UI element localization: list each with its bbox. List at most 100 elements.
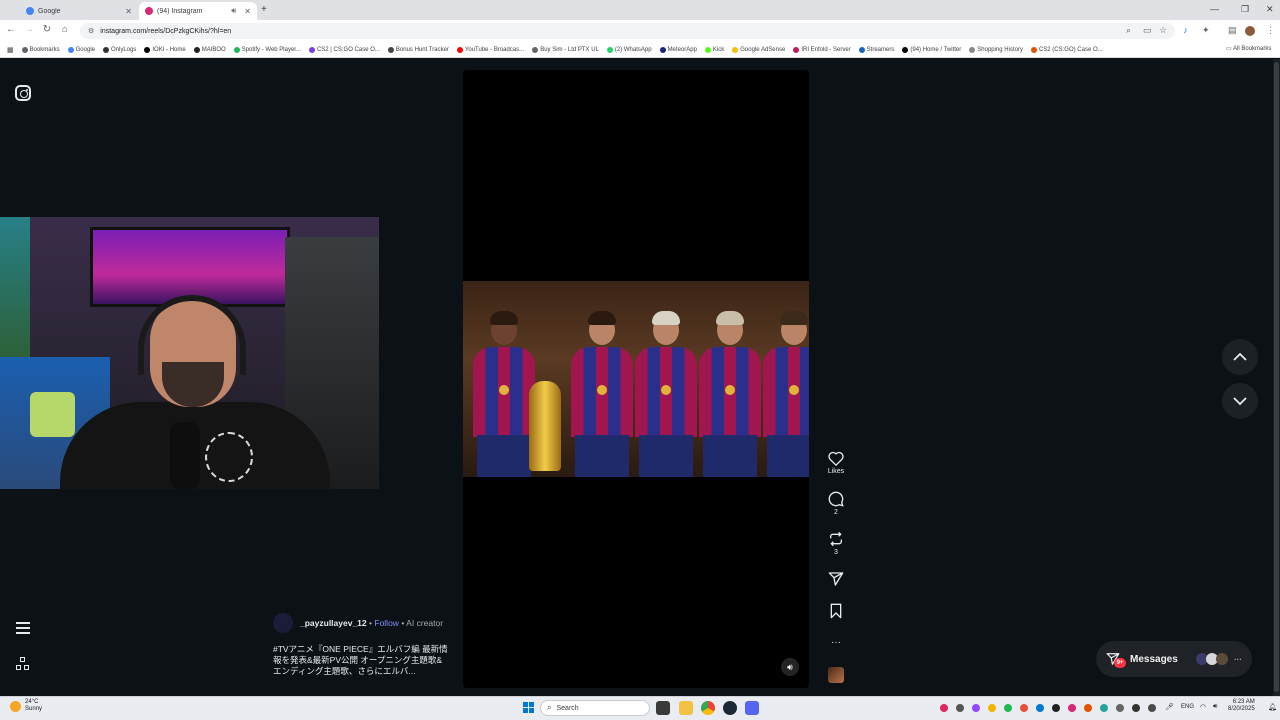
discord-icon[interactable] xyxy=(745,701,759,715)
author-username[interactable]: _payzullayev_12 xyxy=(300,618,367,628)
tray-app-icon[interactable] xyxy=(988,704,996,712)
bookmark-item[interactable]: IOKI - Home xyxy=(141,46,188,53)
tray-app-icon[interactable] xyxy=(972,704,980,712)
repost-button[interactable]: 3 xyxy=(820,531,852,556)
player-figure xyxy=(473,307,535,477)
webcam-vest xyxy=(30,392,75,437)
bookmark-item[interactable]: Google xyxy=(65,46,98,53)
media-icon[interactable]: ♪ xyxy=(1183,25,1188,35)
tray-app-icon[interactable] xyxy=(1132,704,1140,712)
tray-app-icon[interactable] xyxy=(956,704,964,712)
tray-app-icon[interactable] xyxy=(1148,704,1156,712)
reposts-count: 3 xyxy=(834,549,838,556)
follow-button[interactable]: Follow xyxy=(374,618,399,628)
bookmark-item[interactable]: IRI Enfold - Server xyxy=(790,46,853,53)
new-tab-button[interactable]: + xyxy=(261,4,267,15)
steam-icon[interactable] xyxy=(723,701,737,715)
bookmark-item[interactable]: MeteorApp xyxy=(657,46,700,53)
bookmark-item[interactable]: Bonus Hunt Tracker xyxy=(385,46,452,53)
back-icon[interactable]: ← xyxy=(4,24,18,35)
maximize-icon[interactable]: ❐ xyxy=(1241,4,1249,15)
share-button[interactable] xyxy=(820,571,852,589)
bookmark-item[interactable]: CS2 (CS:GO) Case O... xyxy=(1028,46,1106,53)
bookmark-item[interactable]: (94) Home / Twitter xyxy=(899,46,964,53)
reel-video[interactable]: 🔊︎ xyxy=(463,70,809,688)
all-bookmarks-button[interactable]: ▭ All Bookmarks xyxy=(1222,45,1272,52)
sidepanel-icon[interactable]: ▤ xyxy=(1228,25,1237,36)
close-tab-icon[interactable]: ✕ xyxy=(125,7,132,16)
chrome-menu-icon[interactable]: ⋮ xyxy=(1266,25,1275,36)
extensions-icon[interactable]: ✦ xyxy=(1202,25,1210,36)
bookmark-item[interactable]: OnlyLogs xyxy=(100,46,139,53)
notification-bell-icon[interactable]: 🔔︎ xyxy=(1268,703,1277,711)
tray-app-icon[interactable] xyxy=(1004,704,1012,712)
previous-reel-button[interactable] xyxy=(1222,339,1258,375)
bookmark-item[interactable]: MAIBOO xyxy=(191,46,229,53)
tray-app-icon[interactable] xyxy=(1116,704,1124,712)
tray-app-icon[interactable] xyxy=(940,704,948,712)
chrome-icon[interactable] xyxy=(701,701,715,715)
bookmark-item[interactable]: (2) WhatsApp xyxy=(604,46,655,53)
home-icon[interactable]: ⌂ xyxy=(58,24,72,35)
bookmark-item[interactable]: YouTube - Broadcas... xyxy=(454,46,527,53)
messages-button[interactable]: 9+ Messages ··· xyxy=(1096,641,1252,677)
speaker-icon[interactable]: 🔊︎ xyxy=(1213,703,1217,711)
tray-app-icon[interactable] xyxy=(1100,704,1108,712)
minimize-icon[interactable]: — xyxy=(1210,4,1219,14)
tray-app-icon[interactable] xyxy=(1068,704,1076,712)
address-bar[interactable]: ⚙ instagram.com/reels/DcPzkgCKihs/?hl=en xyxy=(80,23,1175,39)
next-reel-button[interactable] xyxy=(1222,383,1258,419)
reel-video-frame xyxy=(463,281,809,477)
language-indicator[interactable]: ENG xyxy=(1181,704,1194,710)
volume-icon[interactable]: 🔊︎ xyxy=(781,658,799,676)
tray-app-icon[interactable] xyxy=(1052,704,1060,712)
wifi-icon[interactable]: ◠ xyxy=(1200,703,1206,711)
more-options-button[interactable]: ··· xyxy=(820,637,852,648)
cast-icon[interactable]: ▭ xyxy=(1143,25,1152,36)
bookmark-item[interactable]: Streamers xyxy=(856,46,898,53)
forward-icon[interactable]: → xyxy=(22,24,36,35)
bookmark-item[interactable]: CS2 | CS:GO Case O... xyxy=(306,46,383,53)
hamburger-menu-icon[interactable] xyxy=(16,622,30,634)
scrollbar-thumb[interactable] xyxy=(1274,62,1279,692)
save-button[interactable] xyxy=(820,603,852,621)
close-tab-icon[interactable]: ✕ xyxy=(244,7,251,16)
also-from-meta-icon[interactable] xyxy=(16,657,30,671)
windows-start-icon[interactable] xyxy=(523,702,535,714)
bookmark-item[interactable]: Bookmarks xyxy=(19,46,63,53)
like-button[interactable]: Likes xyxy=(820,451,852,475)
file-explorer-icon[interactable] xyxy=(679,701,693,715)
apps-icon[interactable]: ▦ xyxy=(4,46,17,54)
zoom-icon[interactable]: ⌕ xyxy=(1126,25,1131,36)
reload-icon[interactable]: ↻ xyxy=(40,24,54,35)
microphone-icon[interactable]: 🎤︎ xyxy=(1165,703,1174,711)
reel-caption[interactable]: #TVアニメ『ONE PIECE』エルバフ編 最新情報を発表&最新PV公開 オー… xyxy=(273,644,448,677)
weather-desc: Sunny xyxy=(25,706,43,712)
bookmark-item[interactable]: Buy Sim - Ltd PTX UL xyxy=(529,46,602,53)
tray-app-icon[interactable] xyxy=(1084,704,1092,712)
taskbar-search[interactable]: ⌕ Search xyxy=(540,700,650,716)
site-info-icon[interactable]: ⚙ xyxy=(88,27,94,35)
close-window-icon[interactable]: ✕ xyxy=(1266,4,1274,15)
bookmark-item[interactable]: Kick xyxy=(702,46,727,53)
bookmark-item[interactable]: Google AdSense xyxy=(729,46,788,53)
bookmark-favicon-icon xyxy=(704,46,711,53)
system-clock[interactable]: 6:23 AM 8/20/2025 xyxy=(1228,699,1255,713)
audio-thumbnail[interactable] xyxy=(828,667,844,683)
bookmark-item[interactable]: Shopping History xyxy=(966,46,1026,53)
tab-google[interactable]: Google ✕ xyxy=(20,2,138,20)
tray-app-icon[interactable] xyxy=(1020,704,1028,712)
weather-widget[interactable]: 24°C Sunny xyxy=(25,699,42,713)
profile-avatar[interactable] xyxy=(1245,26,1255,36)
bookmark-star-icon[interactable]: ☆ xyxy=(1159,25,1167,36)
author-avatar[interactable] xyxy=(273,613,293,633)
tray-app-icon[interactable] xyxy=(1036,704,1044,712)
audio-icon[interactable]: 🔊︎ xyxy=(231,6,236,16)
weather-sun-icon[interactable] xyxy=(10,701,21,712)
tab-instagram[interactable]: (94) Instagram 🔊︎ ✕ xyxy=(139,2,257,20)
task-view-icon[interactable] xyxy=(656,701,670,715)
instagram-logo-icon[interactable] xyxy=(15,85,31,101)
comment-button[interactable]: 2 xyxy=(820,491,852,516)
bookmark-item[interactable]: Spotify - Web Player... xyxy=(231,46,304,53)
player-figure xyxy=(699,307,761,477)
